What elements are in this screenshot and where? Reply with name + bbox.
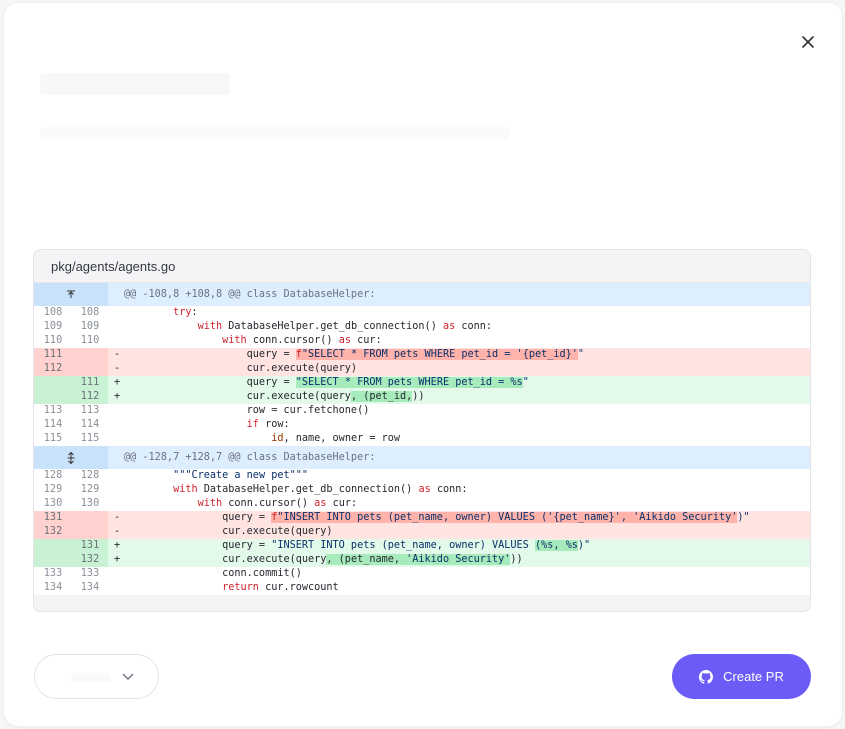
- expand-up-icon: [67, 290, 75, 298]
- code-line: with conn.cursor() as cur:: [197, 498, 358, 509]
- diff-line: 115 115 id, name, owner = row: [34, 432, 810, 446]
- hunk-header: @@ -108,8 +108,8 @@ class DatabaseHelper…: [34, 283, 810, 306]
- code-line: if row:: [246, 419, 290, 430]
- code-line: with conn.cursor() as cur:: [222, 335, 382, 346]
- hunk-header: @@ -128,7 +128,7 @@ class DatabaseHelper…: [34, 446, 810, 469]
- code-line: return cur.rowcount: [222, 582, 339, 593]
- code-line: cur.execute(query, (pet_id,)): [124, 391, 425, 402]
- diff-viewer: pkg/agents/agents.go @@ -108,8 +108,8 @@…: [33, 249, 811, 612]
- code-line: row = cur.fetchone(): [124, 405, 370, 416]
- diff-line-removed: 112- cur.execute(query): [34, 362, 810, 376]
- expand-button[interactable]: [34, 446, 108, 469]
- diff-body: @@ -108,8 +108,8 @@ class DatabaseHelper…: [34, 283, 810, 595]
- code-line: with DatabaseHelper.get_db_connection() …: [197, 321, 493, 332]
- modal-title-placeholder: [40, 73, 230, 95]
- diff-line: 128 128 """Create a new pet""": [34, 469, 810, 483]
- diff-file-path: pkg/agents/agents.go: [34, 250, 810, 283]
- code-line: cur.execute(query, (pet_name, 'Aikido Se…: [124, 554, 523, 565]
- diff-line-added: 112 + cur.execute(query, (pet_id,)): [34, 390, 810, 404]
- code-line: query = f"INSERT INTO pets (pet_name, ow…: [124, 512, 750, 523]
- code-line: cur.execute(query): [124, 363, 358, 374]
- expand-button[interactable]: [34, 283, 108, 306]
- code-line: query = f"SELECT * FROM pets WHERE pet_i…: [124, 349, 585, 360]
- diff-line: 113 113 row = cur.fetchone(): [34, 404, 810, 418]
- diff-footer: [34, 595, 810, 609]
- dropdown-label-placeholder: [71, 673, 111, 682]
- code-line: id, name, owner = row: [271, 433, 401, 444]
- hunk-header-text: @@ -128,7 +128,7 @@ class DatabaseHelper…: [124, 452, 376, 463]
- diff-line: 108 108 try:: [34, 306, 810, 320]
- close-icon: [802, 36, 814, 48]
- hunk-header-text: @@ -108,8 +108,8 @@ class DatabaseHelper…: [124, 289, 376, 300]
- diff-line: 130 130 with conn.cursor() as cur:: [34, 497, 810, 511]
- github-icon: [699, 669, 714, 684]
- chevron-down-icon: [122, 673, 134, 680]
- close-button[interactable]: [796, 30, 820, 54]
- code-line: try:: [173, 307, 198, 318]
- diff-line: 114 114 if row:: [34, 418, 810, 432]
- code-line: conn.commit(): [124, 568, 302, 579]
- modal-description-placeholder: [40, 127, 510, 139]
- diff-line-added: 132 + cur.execute(query, (pet_name, 'Aiki…: [34, 553, 810, 567]
- diff-line: 133 133 conn.commit(): [34, 567, 810, 581]
- diff-line-added: 111 + query = "SELECT * FROM pets WHERE p…: [34, 376, 810, 390]
- diff-line-removed: 131- query = f"INSERT INTO pets (pet_nam…: [34, 511, 810, 525]
- create-pr-button[interactable]: Create PR: [672, 654, 811, 699]
- diff-line-added: 131 + query = "INSERT INTO pets (pet_name…: [34, 539, 810, 553]
- create-pr-label: Create PR: [723, 669, 784, 684]
- diff-line: 109 109 with DatabaseHelper.get_db_connec…: [34, 320, 810, 334]
- option-dropdown[interactable]: [34, 654, 159, 699]
- expand-both-icon: [67, 451, 75, 464]
- diff-line: 134 134 return cur.rowcount: [34, 581, 810, 595]
- code-line: cur.execute(query): [124, 526, 333, 537]
- code-line: with DatabaseHelper.get_db_connection() …: [173, 484, 468, 495]
- diff-line: 110 110 with conn.cursor() as cur:: [34, 334, 810, 348]
- diff-line: 129 129 with DatabaseHelper.get_db_connec…: [34, 483, 810, 497]
- code-line: query = "INSERT INTO pets (pet_name, own…: [124, 540, 591, 551]
- code-line: """Create a new pet""": [173, 470, 309, 481]
- diff-line-removed: 132- cur.execute(query): [34, 525, 810, 539]
- diff-line-removed: 111- query = f"SELECT * FROM pets WHERE …: [34, 348, 810, 362]
- code-line: query = "SELECT * FROM pets WHERE pet_id…: [124, 377, 529, 388]
